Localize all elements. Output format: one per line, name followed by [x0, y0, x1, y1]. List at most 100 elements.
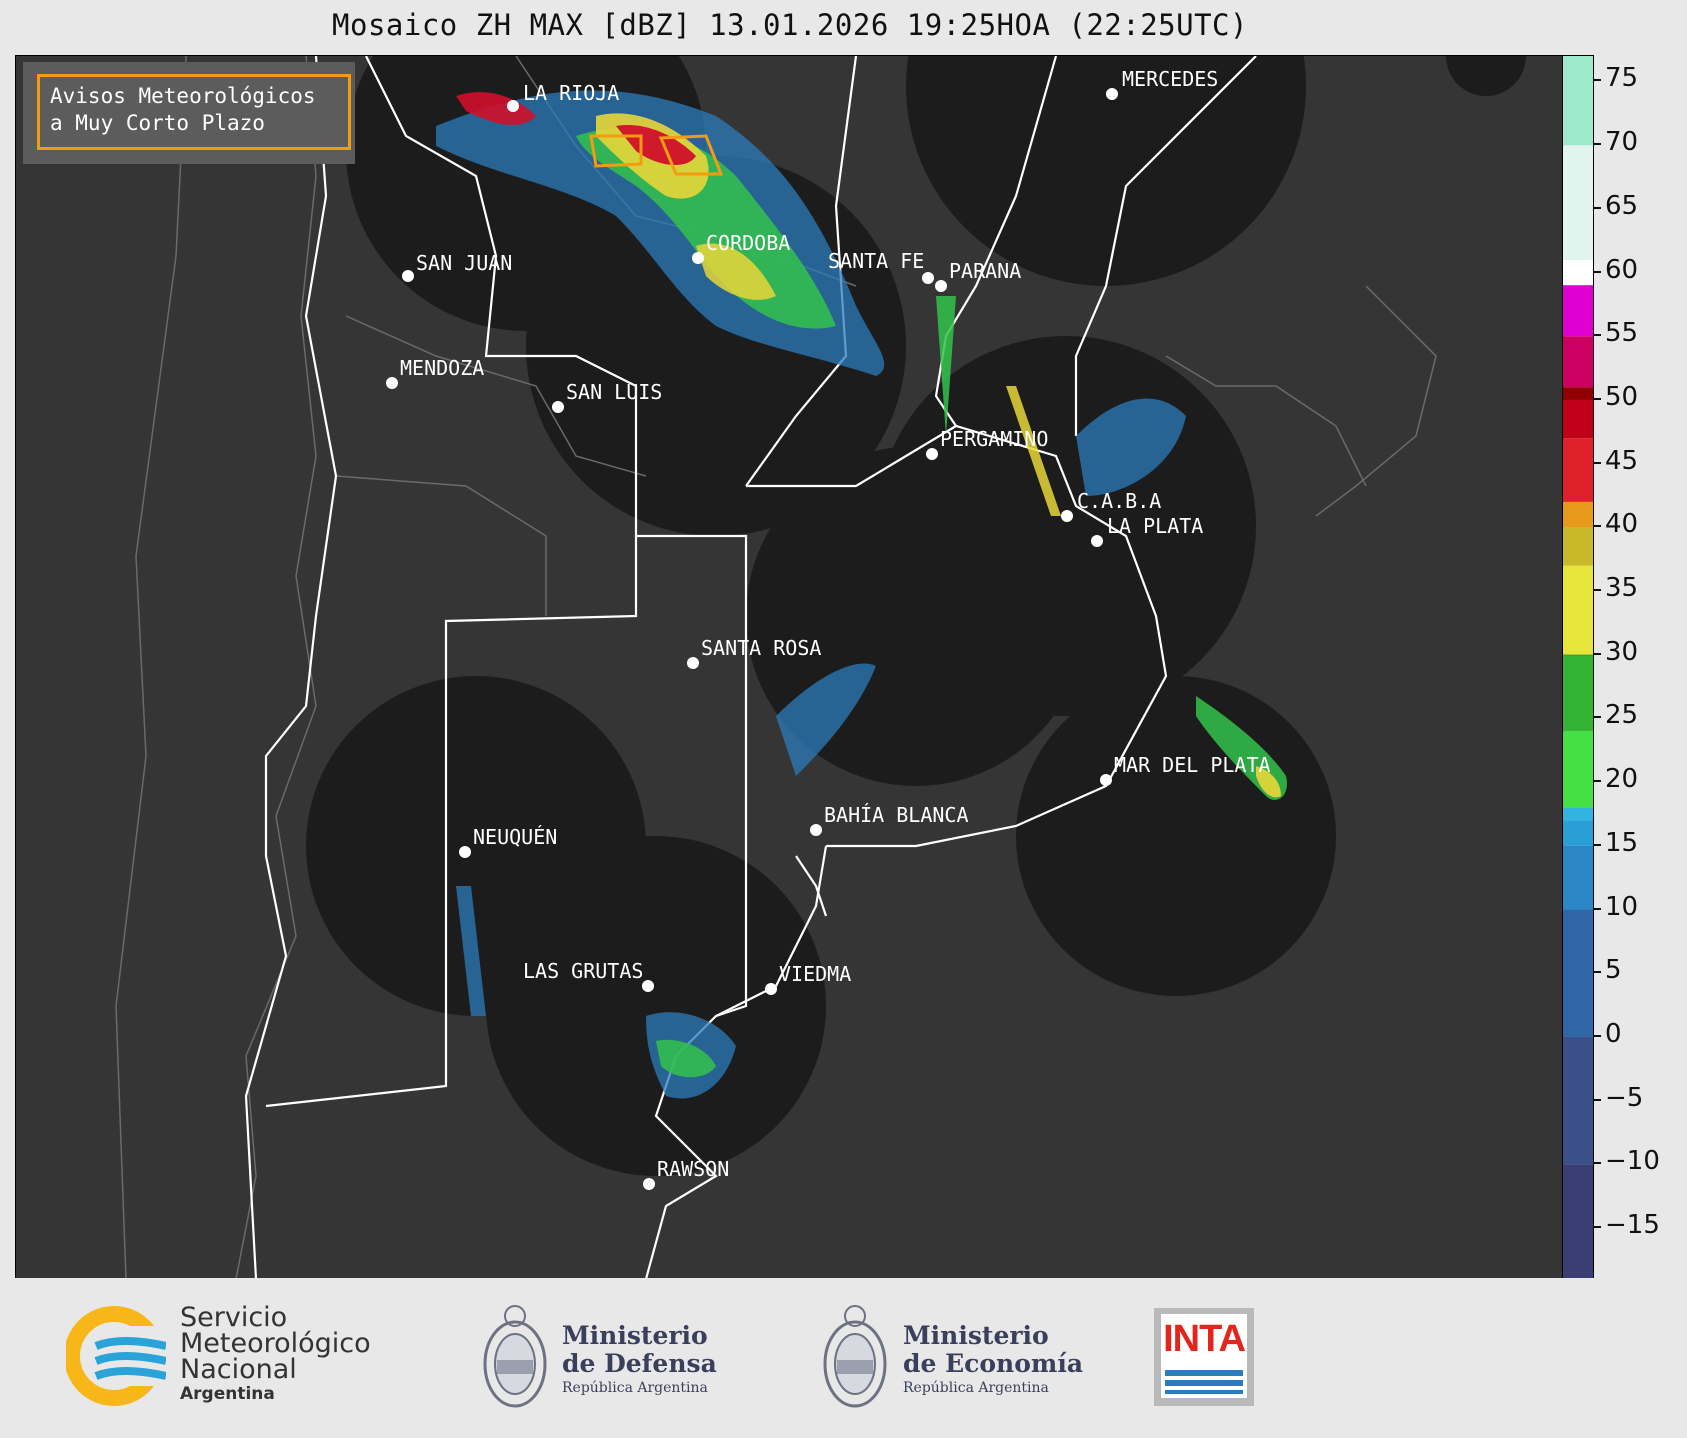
colorbar-tick-mark	[1593, 1162, 1601, 1165]
colorbar-segment	[1563, 501, 1593, 528]
colorbar-segment	[1563, 527, 1593, 566]
city-dot[interactable]	[459, 846, 471, 858]
economia-line-3: República Argentina	[903, 1380, 1049, 1396]
smn-line-4: Argentina	[180, 1384, 275, 1404]
city-dot[interactable]	[402, 270, 414, 282]
colorbar-tick-mark	[1593, 334, 1601, 337]
colorbar-tick-mark	[1593, 907, 1601, 910]
city-label: CORDOBA	[706, 231, 790, 255]
colorbar-segment	[1563, 820, 1593, 846]
colorbar-segment	[1563, 1164, 1593, 1279]
smn-logo-text: Servicio Meteorológico Nacional Argentin…	[180, 1304, 371, 1405]
colorbar-segment	[1563, 399, 1593, 439]
city-label: RAWSON	[657, 1157, 729, 1181]
colorbar-tick-label: 40	[1605, 509, 1639, 540]
city-dot[interactable]	[642, 980, 654, 992]
city-dot[interactable]	[1091, 535, 1103, 547]
colorbar-tick-label: 75	[1605, 63, 1639, 94]
city-dot[interactable]	[765, 983, 777, 995]
colorbar-segment	[1563, 654, 1593, 656]
city-dot[interactable]	[552, 401, 564, 413]
colorbar-segment	[1563, 731, 1593, 808]
city-dot[interactable]	[810, 824, 822, 836]
colorbar-tick-label: 10	[1605, 891, 1639, 922]
colorbar-tick-mark	[1593, 461, 1601, 464]
colorbar-tick-mark	[1593, 79, 1601, 82]
city-label: VIEDMA	[779, 962, 851, 986]
city-dot[interactable]	[386, 377, 398, 389]
colorbar-tick-mark	[1593, 971, 1601, 974]
inta-logo-text: INTA	[1163, 1318, 1246, 1360]
city-dot[interactable]	[1100, 774, 1112, 786]
city-label: LA PLATA	[1107, 514, 1203, 538]
defensa-line-2: de Defensa	[562, 1349, 717, 1378]
city-label: SANTA ROSA	[701, 636, 821, 660]
colorbar-segment	[1563, 807, 1593, 821]
colorbar-tick-label: 30	[1605, 636, 1639, 667]
colorbar-tick-label: 35	[1605, 573, 1639, 604]
inta-logo: INTA	[1154, 1308, 1254, 1406]
colorbar-tick-mark	[1593, 206, 1601, 209]
city-dot[interactable]	[922, 272, 934, 284]
colorbar-tick-label: 15	[1605, 827, 1639, 858]
colorbar-segment	[1563, 145, 1593, 260]
city-label: BAHÍA BLANCA	[824, 803, 969, 827]
colorbar-tick-label: 5	[1605, 955, 1622, 986]
colorbar-tick-mark	[1593, 143, 1601, 146]
colorbar-tick-label: −10	[1605, 1146, 1660, 1177]
colorbar-segment	[1563, 387, 1593, 400]
colorbar-segment	[1563, 565, 1593, 655]
colorbar-tick-label: −5	[1605, 1082, 1644, 1113]
radar-map[interactable]: LA RIOJA MERCEDES CORDOBA SAN JUAN SANTA FE P…	[15, 55, 1564, 1280]
colorbar-segment	[1563, 56, 1593, 146]
colorbar-segment	[1563, 438, 1593, 502]
colorbar-tick-mark	[1593, 716, 1601, 719]
city-dot[interactable]	[935, 280, 947, 292]
colorbar-tick-mark	[1593, 780, 1601, 783]
colorbar-segment	[1563, 285, 1593, 337]
economia-text: Ministerio de Economía República Argenti…	[903, 1322, 1083, 1398]
city-label: SAN JUAN	[416, 251, 512, 275]
city-dot[interactable]	[926, 448, 938, 460]
city-label: PERGAMINO	[940, 427, 1048, 451]
defensa-seal-icon	[483, 1305, 547, 1408]
city-label: MENDOZA	[400, 356, 484, 380]
colorbar-tick-label: 50	[1605, 381, 1639, 412]
colorbar-tick-mark	[1593, 270, 1601, 273]
colorbar-gradient	[1563, 56, 1593, 1279]
colorbar	[1562, 55, 1594, 1280]
colorbar-tick-label: 0	[1605, 1018, 1622, 1049]
city-dot[interactable]	[507, 100, 519, 112]
city-label: SANTA FE	[828, 249, 924, 273]
economia-line-1: Ministerio	[903, 1321, 1049, 1350]
colorbar-segment	[1563, 336, 1593, 388]
radar-map-canvas: LA RIOJA MERCEDES CORDOBA SAN JUAN SANTA FE P…	[16, 56, 1563, 1279]
colorbar-segment	[1563, 845, 1593, 910]
smn-line-3: Nacional	[180, 1354, 297, 1385]
city-label: NEUQUÉN	[473, 825, 557, 849]
colorbar-segment	[1563, 909, 1593, 1037]
city-label: PARANA	[949, 259, 1021, 283]
city-dot[interactable]	[692, 252, 704, 264]
colorbar-tick-mark	[1593, 652, 1601, 655]
defensa-line-3: República Argentina	[562, 1380, 708, 1396]
economia-seal-icon	[823, 1305, 887, 1408]
city-label: C.A.B.A	[1077, 489, 1161, 513]
city-dot[interactable]	[1106, 88, 1118, 100]
colorbar-tick-label: 25	[1605, 700, 1639, 731]
colorbar-tick-mark	[1593, 1034, 1601, 1037]
city-dot[interactable]	[643, 1178, 655, 1190]
defensa-text: Ministerio de Defensa República Argentin…	[562, 1322, 717, 1398]
map-title: Mosaico ZH MAX [dBZ] 13.01.2026 19:25HOA…	[332, 8, 1248, 42]
legend-border: Avisos Meteorológicos a Muy Corto Plazo	[37, 74, 351, 150]
colorbar-segment	[1563, 654, 1593, 732]
colorbar-segment	[1563, 285, 1593, 286]
city-label: SAN LUIS	[566, 380, 662, 404]
footer: Servicio Meteorológico Nacional Argentin…	[0, 1278, 1687, 1438]
city-label: MERCEDES	[1122, 67, 1218, 91]
colorbar-tick-label: −15	[1605, 1210, 1660, 1241]
city-dot[interactable]	[687, 657, 699, 669]
colorbar-tick-label: 20	[1605, 764, 1639, 795]
city-dot[interactable]	[1061, 510, 1073, 522]
colorbar-tick-label: 45	[1605, 445, 1639, 476]
